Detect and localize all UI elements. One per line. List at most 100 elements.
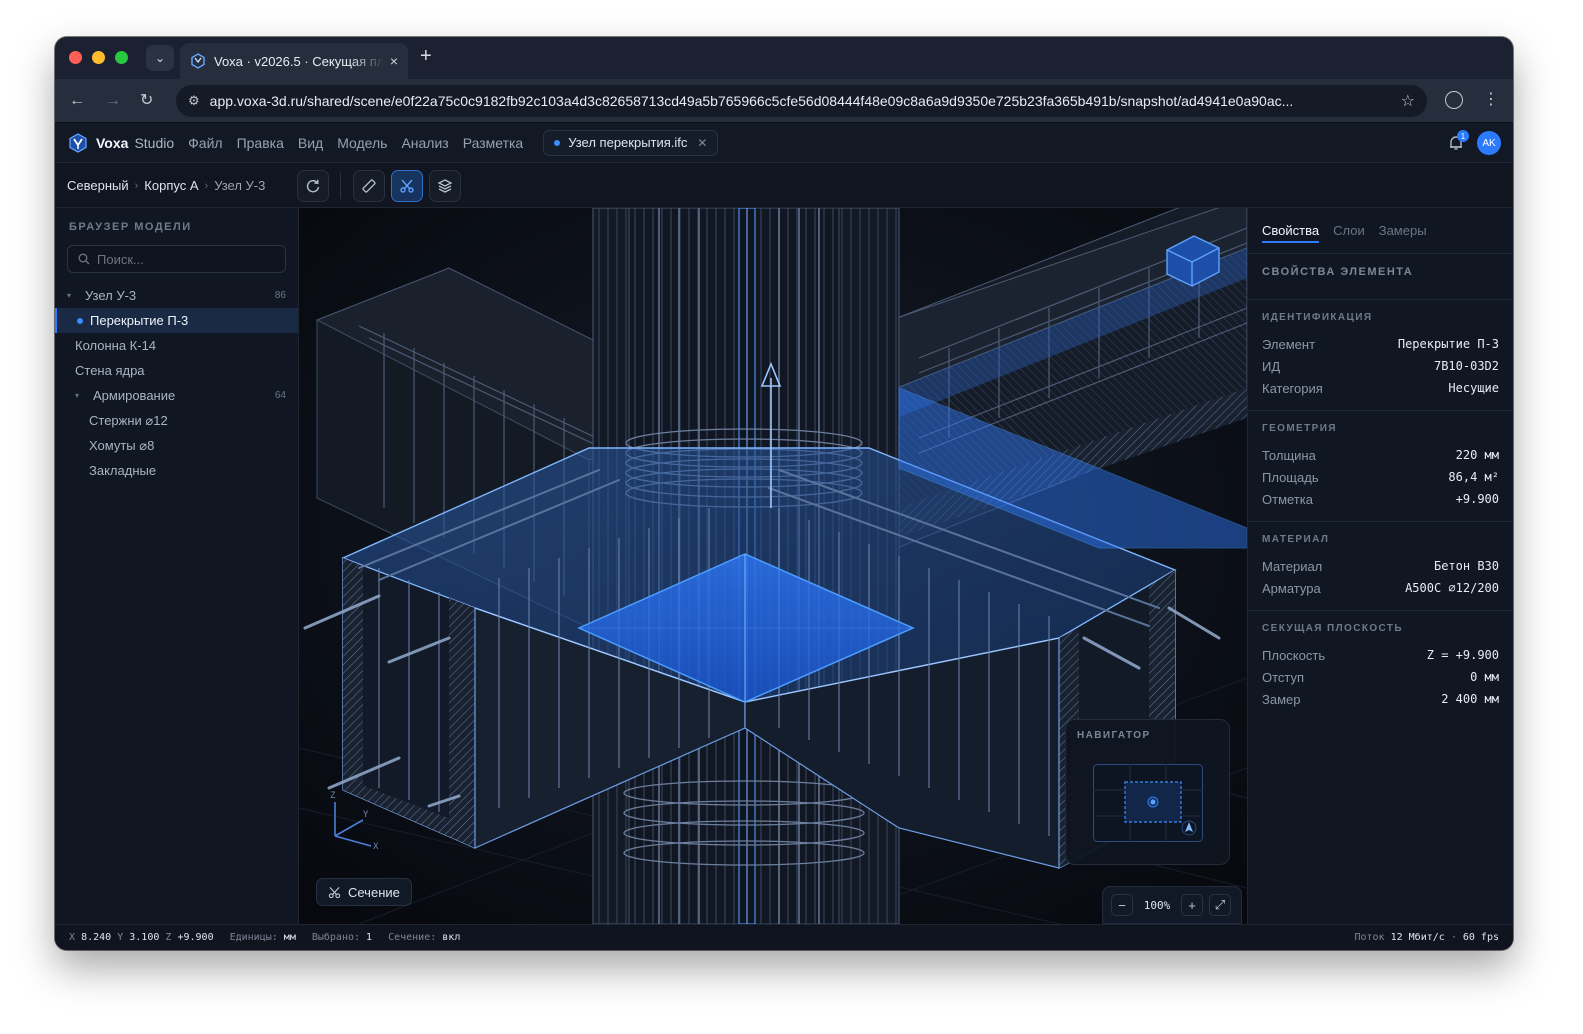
breadcrumb-item[interactable]: Северный — [67, 178, 129, 193]
property-row: Категория Несущие — [1262, 380, 1499, 396]
tree-item-core-wall[interactable]: Стена ядра — [55, 358, 298, 383]
navigator-minimap[interactable] — [1093, 764, 1203, 842]
section-button[interactable]: Сечение — [316, 878, 412, 906]
tree-count: 86 — [274, 290, 286, 301]
close-window-button[interactable] — [69, 51, 82, 64]
model-tree: ▾ Узел У-3 86 Перекрытие П-3 Колонна К-1… — [55, 283, 298, 483]
layers-icon — [437, 179, 453, 193]
menu-file[interactable]: Файл — [188, 135, 222, 151]
menu-analysis[interactable]: Анализ — [401, 135, 448, 151]
model-search-input[interactable]: Поиск... — [67, 245, 286, 273]
file-name: Узел перекрытия.ifc — [568, 135, 688, 150]
tab-measurements[interactable]: Замеры — [1379, 208, 1427, 253]
section-tool-button[interactable] — [391, 170, 423, 202]
notification-badge: 1 — [1457, 130, 1469, 142]
property-row: Материал Бетон B30 — [1262, 558, 1499, 574]
coord-x: 8.240 — [81, 932, 112, 943]
open-file-tab[interactable]: Узел перекрытия.ifc ✕ — [543, 129, 719, 156]
property-row: Отметка +9.900 — [1262, 491, 1499, 507]
section-title: ИДЕНТИФИКАЦИЯ — [1262, 312, 1373, 323]
layers-button[interactable] — [429, 170, 461, 202]
reset-view-button[interactable] — [297, 170, 329, 202]
fit-view-icon[interactable]: ⤢ — [1209, 894, 1231, 916]
coord-x-label: X — [69, 932, 76, 943]
tree-count: 64 — [274, 390, 286, 401]
property-row: Элемент Перекрытие П-3 — [1262, 336, 1499, 352]
browser-toolbar: ← → ↻ ⚙ app.voxa-3d.ru/shared/scene/e0f2… — [55, 79, 1513, 123]
tree-item-stirrups[interactable]: Хомуты ⌀8 — [55, 433, 298, 458]
section-identification: ИДЕНТИФИКАЦИЯ Элемент Перекрытие П-3 ИД 7B… — [1248, 299, 1513, 410]
user-avatar[interactable]: AK — [1477, 131, 1501, 155]
tree-item-column[interactable]: Колонна К-14 — [55, 333, 298, 358]
coord-z: +9.900 — [177, 932, 214, 943]
zoom-controls: − 100% + ⤢ — [1102, 886, 1242, 924]
tree-item-reinforcement[interactable]: ▾ Армирование 64 — [55, 383, 298, 408]
tree-item-node[interactable]: ▾ Узел У-3 86 — [55, 283, 298, 308]
breadcrumb: Северный › Корпус А › Узел У-3 — [67, 178, 265, 193]
axis-label-y: Y — [363, 810, 369, 820]
caret-down-icon[interactable]: ▾ — [75, 391, 87, 400]
close-file-icon[interactable]: ✕ — [697, 136, 707, 150]
voxa-favicon-icon — [191, 53, 205, 69]
tree-item-rebars[interactable]: Стержни ⌀12 — [55, 408, 298, 433]
selected-label: Выбрано: — [311, 932, 361, 943]
measure-button[interactable] — [353, 170, 385, 202]
property-row: ИД 7B10-03D2 — [1262, 358, 1499, 374]
tab-title: Voxa · v2026.5 · Секущая плоскость — [214, 53, 384, 69]
property-row: Отступ 0 мм — [1262, 669, 1499, 685]
kebab-icon[interactable]: ⋮ — [1483, 89, 1499, 109]
maximize-window-button[interactable] — [115, 51, 128, 64]
chevron-down-icon: ⌄ — [154, 51, 166, 65]
section-geometry: ГЕОМЕТРИЯ Толщина 220 мм Площадь 86,4 м² О… — [1248, 410, 1513, 521]
browser-tab[interactable]: Voxa · v2026.5 · Секущая плоскость × — [180, 43, 408, 79]
zoom-out-button[interactable]: − — [1111, 894, 1133, 916]
breadcrumb-item[interactable]: Корпус А — [144, 178, 198, 193]
tree-item-embedded[interactable]: Закладные — [55, 458, 298, 483]
search-placeholder: Поиск... — [97, 251, 144, 267]
selected-value: 1 — [366, 932, 373, 943]
minimize-window-button[interactable] — [92, 51, 105, 64]
caret-down-icon[interactable]: ▾ — [67, 291, 79, 300]
new-tab-button[interactable]: + — [420, 45, 432, 68]
back-icon[interactable]: ← — [69, 91, 85, 111]
zoom-in-button[interactable]: + — [1181, 894, 1203, 916]
stream-info: Поток 12 Мбит/с · 60 fps — [1354, 932, 1499, 943]
brand-name: Voxa — [96, 134, 129, 151]
voxa-logo-icon — [69, 132, 87, 153]
menu-view[interactable]: Вид — [298, 135, 323, 151]
tab-search-button[interactable]: ⌄ — [146, 45, 174, 71]
menu-markup[interactable]: Разметка — [463, 135, 524, 151]
section-title: СЕКУЩАЯ ПЛОСКОСТЬ — [1262, 623, 1403, 634]
divider — [1248, 253, 1513, 254]
model-browser: БРАУЗЕР МОДЕЛИ Поиск... ▾ Узел У-3 86 Пе… — [55, 208, 299, 924]
tree-item-slab[interactable]: Перекрытие П-3 — [55, 308, 298, 333]
axis-label-z: Z — [330, 791, 336, 801]
forward-icon[interactable]: → — [105, 91, 121, 111]
properties-panel: Свойства Слои Замеры СВОЙСТВА ЭЛЕМЕНТА И… — [1247, 208, 1513, 924]
address-bar[interactable]: ⚙ app.voxa-3d.ru/shared/scene/e0f22a75c0… — [176, 85, 1427, 117]
scissors-icon — [328, 886, 341, 898]
tab-close-icon[interactable]: × — [390, 53, 398, 69]
reload-icon[interactable]: ↻ — [140, 91, 153, 111]
breadcrumb-item[interactable]: Узел У-3 — [214, 178, 265, 193]
tab-properties[interactable]: Свойства — [1262, 208, 1320, 253]
model-browser-title: БРАУЗЕР МОДЕЛИ — [69, 221, 192, 233]
3d-viewport[interactable]: Z Y X Сечение НАВИГАТОР − 100% + ⤢ — [299, 208, 1247, 924]
unsaved-dot — [554, 139, 561, 146]
app-menubar: Voxa Studio Файл Правка Вид Модель Анали… — [55, 123, 1513, 163]
menu-model[interactable]: Модель — [337, 135, 387, 151]
section-button-label: Сечение — [348, 884, 400, 900]
menu-edit[interactable]: Правка — [237, 135, 284, 151]
breadcrumb-separator-icon: › — [134, 179, 139, 192]
coord-z-label: Z — [165, 932, 172, 943]
coord-y-label: Y — [117, 932, 124, 943]
site-settings-icon[interactable]: ⚙ — [188, 93, 200, 109]
axis-label-x: X — [373, 842, 379, 852]
url-text[interactable]: app.voxa-3d.ru/shared/scene/e0f22a75c0c9… — [210, 93, 1401, 109]
zoom-level: 100% — [1143, 898, 1171, 912]
browser-window: ⌄ Voxa · v2026.5 · Секущая плоскость × +… — [55, 37, 1513, 950]
units-label: Единицы: — [229, 932, 278, 943]
profile-icon[interactable] — [1445, 91, 1463, 109]
star-icon[interactable]: ☆ — [1401, 91, 1415, 111]
tab-layers[interactable]: Слои — [1333, 208, 1365, 253]
